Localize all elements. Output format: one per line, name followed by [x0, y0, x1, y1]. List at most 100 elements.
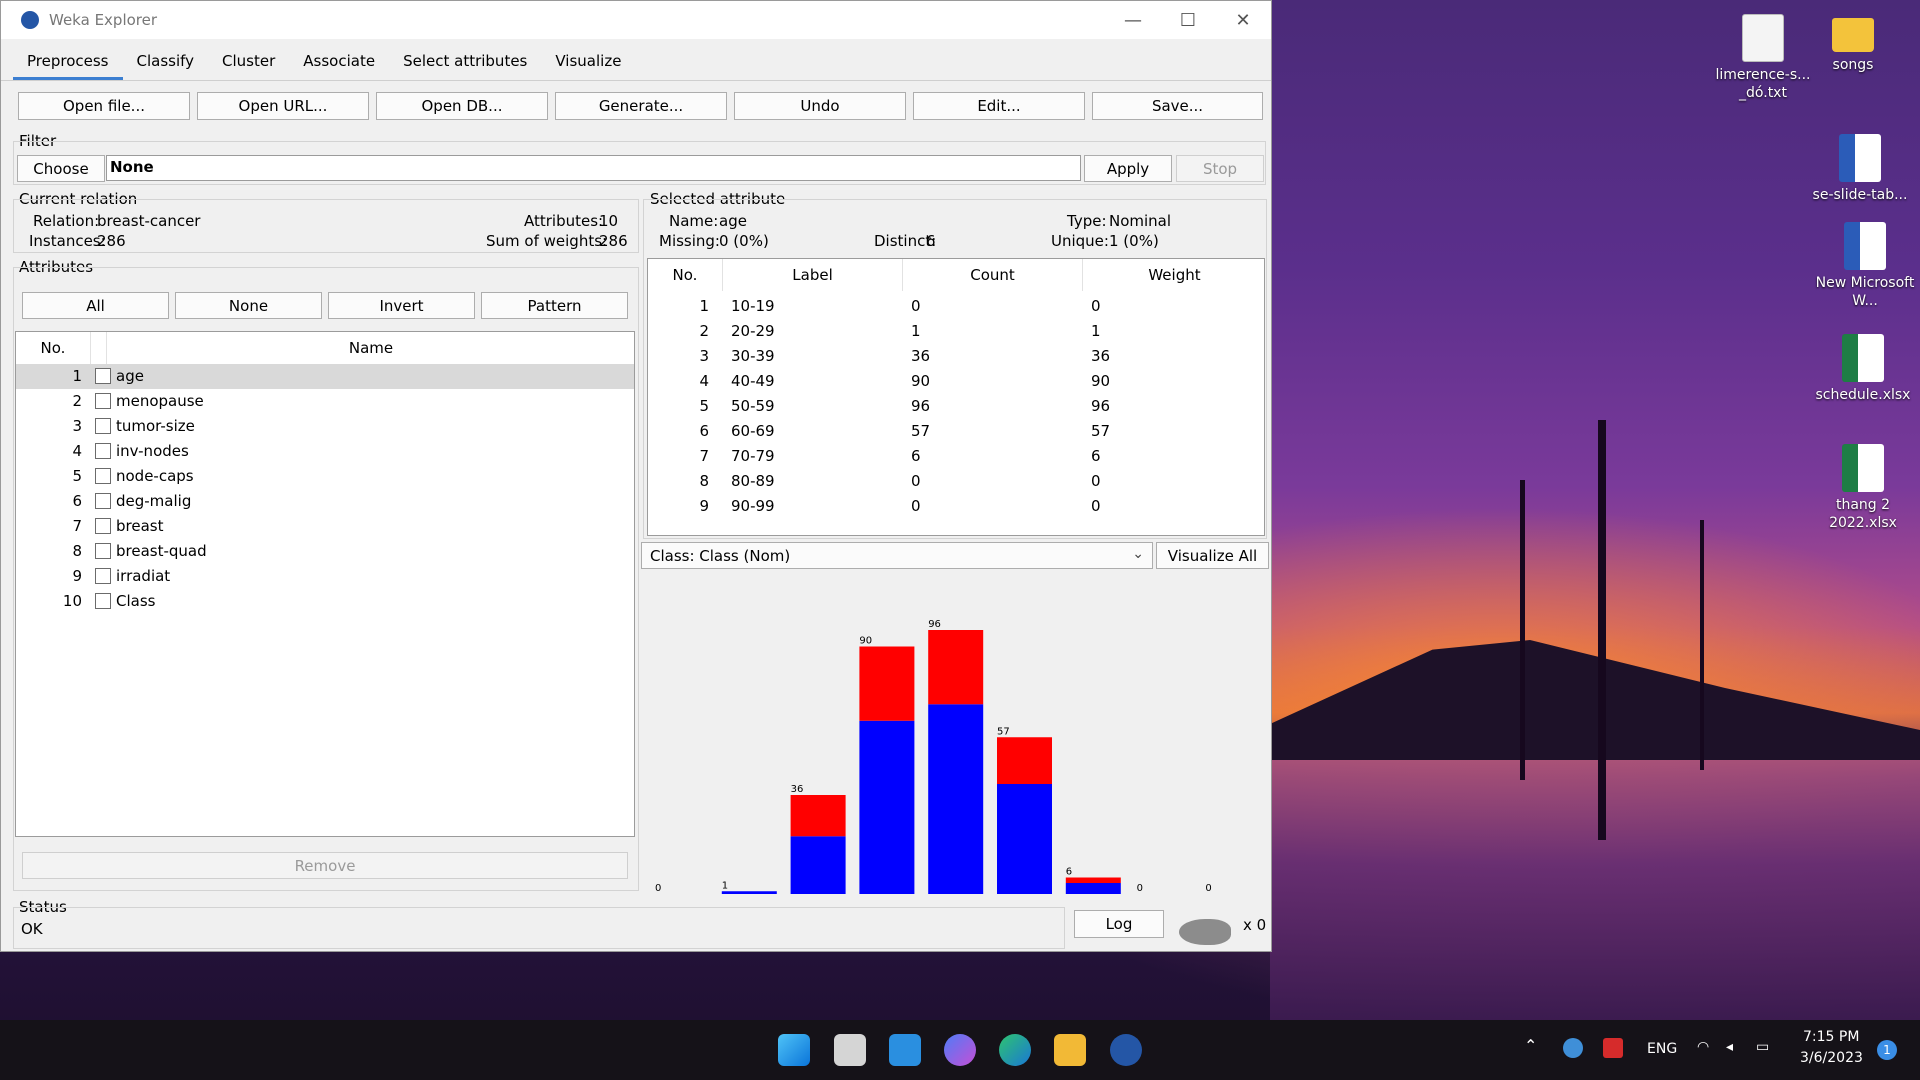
- desktop-icon-schedule[interactable]: schedule.xlsx: [1813, 334, 1913, 404]
- edge-icon[interactable]: [999, 1034, 1031, 1066]
- open-url-button[interactable]: Open URL...: [197, 92, 369, 120]
- generate-button[interactable]: Generate...: [555, 92, 727, 120]
- label-row[interactable]: 9 90-99 0 0: [648, 494, 1264, 519]
- attribute-row[interactable]: 3 tumor-size: [16, 414, 634, 439]
- battery-icon[interactable]: ▭: [1756, 1039, 1769, 1055]
- attribute-checkbox[interactable]: [95, 568, 111, 584]
- column-header-weight[interactable]: Weight: [1083, 259, 1264, 291]
- folder-icon: [1832, 18, 1874, 52]
- desktop-icon-thang2[interactable]: thang 2 2022.xlsx: [1813, 444, 1913, 532]
- column-header-check[interactable]: [91, 332, 107, 364]
- class-distribution-chart[interactable]: 0 1 36 90 96 57 6 0 0: [641, 571, 1269, 897]
- chevron-up-icon[interactable]: ⌃: [1524, 1036, 1537, 1055]
- antivirus-tray-icon[interactable]: [1603, 1038, 1623, 1058]
- apply-filter-button[interactable]: Apply: [1084, 155, 1172, 182]
- select-all-button[interactable]: All: [22, 292, 169, 319]
- label-count: 57: [911, 422, 931, 440]
- maximize-button[interactable]: ☐: [1161, 1, 1215, 39]
- task-view-icon[interactable]: [834, 1034, 866, 1066]
- undo-button[interactable]: Undo: [734, 92, 906, 120]
- attribute-row[interactable]: 5 node-caps: [16, 464, 634, 489]
- desktop-icon-songs[interactable]: songs: [1803, 8, 1903, 74]
- messenger-icon[interactable]: [944, 1034, 976, 1066]
- attribute-checkbox[interactable]: [95, 468, 111, 484]
- pattern-button[interactable]: Pattern: [481, 292, 628, 319]
- attribute-row[interactable]: 9 irradiat: [16, 564, 634, 589]
- column-header-no[interactable]: No.: [16, 332, 91, 364]
- attribute-checkbox[interactable]: [95, 418, 111, 434]
- label-row[interactable]: 5 50-59 96 96: [648, 394, 1264, 419]
- attributes-table[interactable]: No. Name 1 age 2 menopause 3 tumor-size 4 inv-n…: [15, 331, 635, 837]
- invert-selection-button[interactable]: Invert: [328, 292, 475, 319]
- windows-start-icon[interactable]: [778, 1034, 810, 1066]
- select-none-button[interactable]: None: [175, 292, 322, 319]
- remove-attributes-button[interactable]: Remove: [22, 852, 628, 879]
- tab-preprocess[interactable]: Preprocess: [13, 52, 123, 80]
- label-row[interactable]: 3 30-39 36 36: [648, 344, 1264, 369]
- tab-visualize[interactable]: Visualize: [541, 52, 635, 80]
- column-header-no[interactable]: No.: [648, 259, 723, 291]
- attribute-checkbox[interactable]: [95, 493, 111, 509]
- volume-icon[interactable]: ◂: [1726, 1039, 1733, 1055]
- choose-filter-button[interactable]: Choose: [17, 155, 105, 182]
- attribute-checkbox[interactable]: [95, 593, 111, 609]
- attribute-row[interactable]: 1 age: [16, 364, 634, 389]
- attribute-row[interactable]: 2 menopause: [16, 389, 634, 414]
- open-db-button[interactable]: Open DB...: [376, 92, 548, 120]
- log-button[interactable]: Log: [1074, 910, 1164, 938]
- column-header-count[interactable]: Count: [903, 259, 1083, 291]
- notification-badge[interactable]: 1: [1877, 1040, 1897, 1060]
- language-indicator[interactable]: ENG: [1647, 1041, 1677, 1057]
- attribute-checkbox[interactable]: [95, 368, 111, 384]
- stop-filter-button[interactable]: Stop: [1176, 155, 1264, 182]
- attribute-row[interactable]: 8 breast-quad: [16, 539, 634, 564]
- label-row[interactable]: 8 80-89 0 0: [648, 469, 1264, 494]
- edit-button[interactable]: Edit...: [913, 92, 1085, 120]
- column-header-name[interactable]: Name: [107, 332, 634, 364]
- tab-classify[interactable]: Classify: [123, 52, 209, 80]
- label-row[interactable]: 7 70-79 6 6: [648, 444, 1264, 469]
- label-weight: 90: [1091, 372, 1111, 390]
- column-header-label[interactable]: Label: [723, 259, 903, 291]
- desktop-icon-se-slide[interactable]: se-slide-tab...: [1810, 134, 1910, 204]
- attribute-row[interactable]: 6 deg-malig: [16, 489, 634, 514]
- tab-select-attributes[interactable]: Select attributes: [389, 52, 541, 80]
- close-button[interactable]: ✕: [1216, 1, 1270, 39]
- filter-value-field[interactable]: None: [106, 155, 1081, 181]
- attribute-name: menopause: [116, 392, 204, 410]
- save-button[interactable]: Save...: [1092, 92, 1263, 120]
- class-select-dropdown[interactable]: Class: Class (Nom) ⌄: [641, 542, 1153, 569]
- minimize-button[interactable]: —: [1106, 1, 1160, 39]
- label-count-table[interactable]: No. Label Count Weight 1 10-19 0 0 2 20-29 1 1 3…: [647, 258, 1265, 536]
- tab-associate[interactable]: Associate: [289, 52, 389, 80]
- attribute-checkbox[interactable]: [95, 543, 111, 559]
- attribute-row[interactable]: 7 breast: [16, 514, 634, 539]
- attribute-row[interactable]: 10 Class: [16, 589, 634, 614]
- label-row[interactable]: 4 40-49 90 90: [648, 369, 1264, 394]
- lightshot-tray-icon[interactable]: [1563, 1038, 1583, 1058]
- desktop-icon-limerence-txt[interactable]: limerence-s... _dó.txt: [1713, 14, 1813, 102]
- clock-time[interactable]: 7:15 PM: [1803, 1029, 1859, 1045]
- file-explorer-icon[interactable]: [1054, 1034, 1086, 1066]
- open-file-button[interactable]: Open file...: [18, 92, 190, 120]
- task-count: x 0: [1243, 916, 1267, 934]
- desktop-icon-new-word[interactable]: New Microsoft W...: [1815, 222, 1915, 310]
- desktop-icon-label: thang 2 2022.xlsx: [1829, 497, 1897, 531]
- label-row[interactable]: 1 10-19 0 0: [648, 294, 1264, 319]
- attribute-checkbox[interactable]: [95, 393, 111, 409]
- weka-bird-status-icon[interactable]: [1179, 919, 1231, 945]
- label-row[interactable]: 6 60-69 57 57: [648, 419, 1264, 444]
- bar-segment-40-49: [859, 720, 915, 894]
- attribute-row[interactable]: 4 inv-nodes: [16, 439, 634, 464]
- label-weight: 0: [1091, 497, 1101, 515]
- visualize-all-button[interactable]: Visualize All: [1156, 542, 1269, 569]
- clock-date[interactable]: 3/6/2023: [1800, 1050, 1863, 1066]
- weka-taskbar-icon[interactable]: [1110, 1034, 1142, 1066]
- attribute-checkbox[interactable]: [95, 518, 111, 534]
- attribute-no: 10: [62, 592, 82, 610]
- wifi-icon[interactable]: ◠: [1697, 1039, 1709, 1055]
- attribute-checkbox[interactable]: [95, 443, 111, 459]
- vscode-icon[interactable]: [889, 1034, 921, 1066]
- tab-cluster[interactable]: Cluster: [208, 52, 289, 80]
- label-row[interactable]: 2 20-29 1 1: [648, 319, 1264, 344]
